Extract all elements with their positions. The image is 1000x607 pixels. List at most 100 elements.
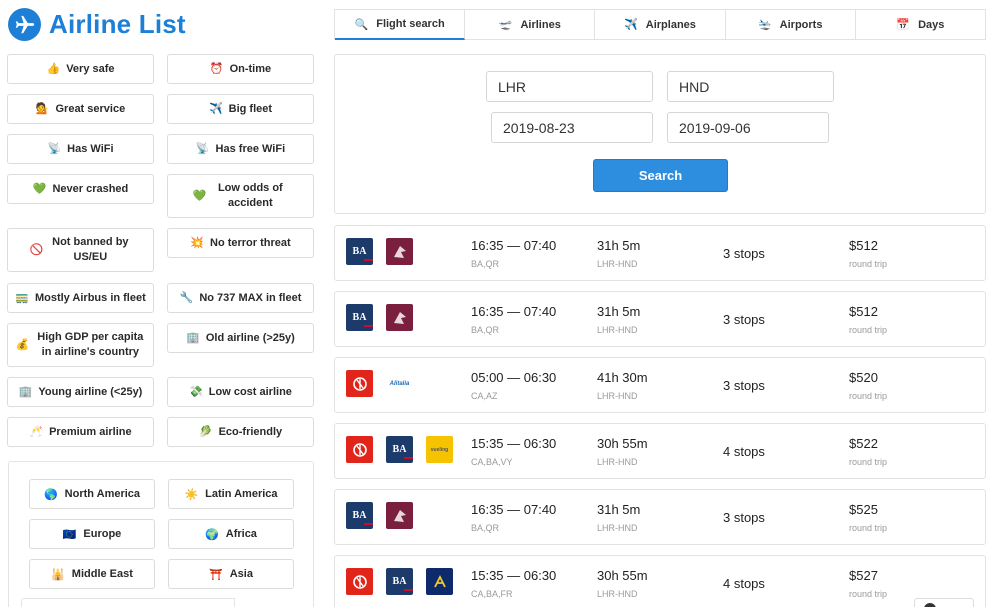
air-china-logo <box>346 370 373 397</box>
search-button[interactable]: Search <box>593 159 728 192</box>
flight-duration: 31h 5m <box>597 502 641 517</box>
airline-codes: BA,QR <box>471 259 500 269</box>
region-north-america[interactable]: 🌎 North America <box>29 479 155 509</box>
flight-duration: 30h 55m <box>597 568 648 583</box>
flight-result-row[interactable]: Alitalia 05:00 — 06:30 CA,AZ 41h 30m LHR… <box>334 357 986 413</box>
filter-great-service[interactable]: 💁 Great service <box>7 94 154 124</box>
qatar-airways-logo <box>386 502 413 529</box>
filter-label: Premium airline <box>49 425 132 438</box>
green-heart-icon: 💚 <box>32 182 47 195</box>
money-bag-icon: 💰 <box>15 338 30 351</box>
stops-count: 3 stops <box>723 510 765 525</box>
arrival-icon: 🛬 <box>757 19 772 31</box>
region-asia[interactable]: ⛩️ Asia <box>168 559 294 589</box>
ryanair-logo <box>426 568 453 595</box>
region-label: Middle East <box>71 568 133 580</box>
filter-no-terror-threat[interactable]: 💥 No terror threat <box>167 228 314 258</box>
stops-count: 4 stops <box>723 444 765 459</box>
flight-result-row[interactable]: BA vueling 15:35 — 06:30 CA,BA,VY 30h 55… <box>334 423 986 479</box>
filter-free-wifi[interactable]: 📡 Has free WiFi <box>167 134 314 164</box>
airplane-icon: ✈️ <box>624 19 638 31</box>
filter-low-accident-odds[interactable]: 💚 Low odds of accident <box>167 174 314 218</box>
alarm-clock-icon: ⏰ <box>209 62 224 75</box>
filter-on-time[interactable]: ⏰ On-time <box>167 54 314 84</box>
price-note: round trip <box>849 457 888 467</box>
region-middle-east[interactable]: 🕌 Middle East <box>29 559 155 589</box>
mosque-icon: 🕌 <box>51 568 65 581</box>
filter-label: On-time <box>229 62 272 75</box>
return-date-input[interactable]: 2019-09-06 <box>667 112 829 143</box>
flight-times: 16:35 — 07:40 <box>471 238 557 253</box>
region-latin-america[interactable]: ☀️ Latin America <box>168 479 294 509</box>
region-label: Latin America <box>205 488 278 500</box>
flight-result-row[interactable]: BA 15:35 — 06:30 CA,BA,FR 30h 55m LHR-HN… <box>334 555 986 607</box>
region-label: Africa <box>225 528 257 540</box>
filter-young-airline[interactable]: 🏢 Young airline (<25y) <box>7 377 154 407</box>
flight-price: $512 <box>849 238 878 253</box>
filter-mostly-airbus[interactable]: 🚃 Mostly Airbus in fleet <box>7 283 154 313</box>
tab-airplanes[interactable]: ✈️ Airplanes <box>595 10 726 40</box>
flight-route: LHR-HND <box>597 523 638 533</box>
airline-codes: CA,AZ <box>471 391 498 401</box>
tab-flight-search[interactable]: 🔍 Flight search <box>335 10 466 40</box>
airplane-icon <box>8 8 41 41</box>
air-china-logo <box>346 436 373 463</box>
filter-label: Has free WiFi <box>215 142 286 155</box>
filter-label: Very safe <box>66 62 115 75</box>
region-label: North America <box>64 488 141 500</box>
flight-duration: 41h 30m <box>597 370 648 385</box>
region-africa[interactable]: 🌍 Africa <box>168 519 294 549</box>
flight-times: 15:35 — 06:30 <box>471 568 557 583</box>
tab-airports[interactable]: 🛬 Airports <box>725 10 856 40</box>
flight-times: 16:35 — 07:40 <box>471 304 557 319</box>
price-note: round trip <box>849 523 888 533</box>
filter-label: Great service <box>55 102 126 115</box>
region-europe[interactable]: 🇪🇺 Europe <box>29 519 155 549</box>
app-title: Airline List <box>49 9 186 39</box>
filter-label: No 737 MAX in fleet <box>199 291 302 304</box>
flight-result-row[interactable]: BA 16:35 — 07:40 BA,QR 31h 5m LHR-HND 3 … <box>334 291 986 347</box>
filter-has-wifi[interactable]: 📡 Has WiFi <box>7 134 154 164</box>
flight-price: $527 <box>849 568 878 583</box>
sun-icon: ☀️ <box>184 488 199 501</box>
app-logo[interactable]: Airline List <box>8 8 186 41</box>
filter-very-safe[interactable]: 👍 Very safe <box>7 54 154 84</box>
filter-label: Mostly Airbus in fleet <box>34 291 146 304</box>
filter-not-banned[interactable]: 🚫 Not banned by US/EU <box>7 228 154 272</box>
chat-widget[interactable] <box>914 598 974 607</box>
filter-high-gdp[interactable]: 💰 High GDP per capita in airline's countr… <box>7 323 154 367</box>
depart-date-input[interactable]: 2019-08-23 <box>491 112 653 143</box>
filter-label: Not banned by US/EU <box>52 236 129 263</box>
flight-times: 05:00 — 06:30 <box>471 370 557 385</box>
filter-big-fleet[interactable]: ✈️ Big fleet <box>167 94 314 124</box>
flight-result-row[interactable]: BA 16:35 — 07:40 BA,QR 31h 5m LHR-HND 3 … <box>334 225 986 281</box>
filter-premium[interactable]: 🥂 Premium airline <box>7 417 154 447</box>
origin-input[interactable]: LHR <box>486 71 653 102</box>
prohibited-icon: 🚫 <box>29 243 44 256</box>
filter-label: Young airline (<25y) <box>38 385 143 398</box>
tab-days[interactable]: 📅 Days <box>855 10 986 40</box>
leaf-icon: 🥬 <box>198 425 213 438</box>
airline-codes: BA,QR <box>471 325 500 335</box>
flight-price: $520 <box>849 370 878 385</box>
flight-result-row[interactable]: BA 16:35 — 07:40 BA,QR 31h 5m LHR-HND 3 … <box>334 489 986 545</box>
globe-africa-icon: 🌍 <box>205 528 219 541</box>
filter-old-airline[interactable]: 🏢 Old airline (>25y) <box>167 323 314 353</box>
filter-never-crashed[interactable]: 💚 Never crashed <box>7 174 154 204</box>
region-label: Asia <box>229 568 253 580</box>
region-extra-row <box>21 598 235 607</box>
region-label: Europe <box>83 528 122 540</box>
service-person-icon: 💁 <box>35 102 50 115</box>
tab-label: Airplanes <box>645 18 696 31</box>
filter-no-737-max[interactable]: 🔧 No 737 MAX in fleet <box>167 283 314 313</box>
filter-eco-friendly[interactable]: 🥬 Eco-friendly <box>167 417 314 447</box>
filter-low-cost[interactable]: 💸 Low cost airline <box>167 377 314 407</box>
building-icon: 🏢 <box>186 331 200 344</box>
qatar-airways-logo <box>386 304 413 331</box>
destination-input[interactable]: HND <box>667 71 834 102</box>
tab-label: Days <box>918 18 945 31</box>
filter-label: Has WiFi <box>67 142 114 155</box>
filter-label: High GDP per capita in airline's country <box>37 331 144 358</box>
qatar-airways-logo <box>386 238 413 265</box>
tab-airlines[interactable]: 🛫 Airlines <box>465 10 596 40</box>
